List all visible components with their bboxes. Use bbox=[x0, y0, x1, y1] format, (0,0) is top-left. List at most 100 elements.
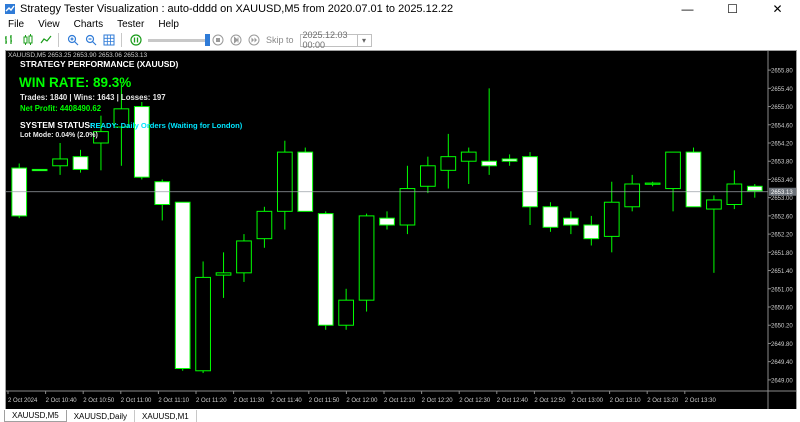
tab-xauusd-m5[interactable]: XAUUSD,M5 bbox=[4, 410, 67, 422]
maximize-button[interactable]: ☐ bbox=[710, 0, 755, 18]
toolbar-separator bbox=[58, 33, 59, 47]
menu-tester[interactable]: Tester bbox=[111, 19, 150, 30]
candle-body bbox=[358, 215, 375, 301]
candle-body bbox=[215, 272, 232, 276]
y-tick-label: 2652.60 bbox=[771, 214, 793, 220]
candle-body bbox=[746, 185, 763, 192]
candle-body bbox=[399, 188, 416, 226]
chart-header: XAUUSD,M5 2653.25 2653.90 2653.06 2653.1… bbox=[8, 52, 148, 59]
menu-help[interactable]: Help bbox=[152, 19, 185, 30]
x-tick-label: 2 Oct 11:00 bbox=[121, 398, 152, 404]
close-button[interactable]: ✕ bbox=[755, 0, 800, 18]
line-chart-icon[interactable] bbox=[38, 32, 54, 48]
minimize-button[interactable]: — bbox=[665, 0, 710, 18]
zoom-out-icon[interactable] bbox=[83, 32, 99, 48]
win-rate: WIN RATE: 89.3% bbox=[19, 75, 132, 90]
candle-body bbox=[583, 224, 600, 240]
toolbar-separator bbox=[121, 33, 122, 47]
y-tick-label: 2654.20 bbox=[771, 142, 793, 148]
lot-mode: Lot Mode: 0.04% (2.0%) bbox=[20, 132, 98, 139]
x-tick-label: 2 Oct 12:20 bbox=[422, 398, 454, 404]
candle-body bbox=[665, 151, 681, 190]
y-tick-label: 2655.00 bbox=[771, 105, 793, 111]
y-tick-label: 2652.20 bbox=[771, 233, 793, 239]
x-tick-label: 2 Oct 13:30 bbox=[685, 398, 717, 404]
candle-body bbox=[726, 183, 743, 205]
tab-xauusd-m1[interactable]: XAUUSD,M1 bbox=[135, 410, 197, 422]
x-tick-label: 2 Oct 12:00 bbox=[346, 398, 378, 404]
candle-body bbox=[706, 199, 722, 210]
menu-view[interactable]: View bbox=[32, 19, 66, 30]
grid-icon[interactable] bbox=[101, 32, 117, 48]
y-tick-label: 2650.20 bbox=[771, 324, 793, 330]
y-tick-label: 2650.60 bbox=[771, 306, 793, 312]
candle-body bbox=[72, 156, 89, 170]
chart-tab-bar: XAUUSD,M5 XAUUSD,Daily XAUUSD,M1 bbox=[0, 409, 800, 422]
candle-body bbox=[338, 299, 354, 326]
play-pause-icon[interactable] bbox=[128, 32, 144, 48]
candle-body bbox=[542, 206, 559, 228]
candle-body bbox=[460, 151, 477, 162]
stop-icon[interactable] bbox=[210, 32, 226, 48]
toolbar: Skip to 2025.12.03 00:00 ▾ bbox=[0, 30, 800, 50]
net-profit: Net Profit: 4408490.62 bbox=[20, 104, 102, 113]
x-tick-label: 2 Oct 11:10 bbox=[158, 398, 189, 404]
skip-date-input[interactable]: 2025.12.03 00:00 bbox=[299, 30, 358, 50]
y-tick-label: 2655.80 bbox=[771, 69, 793, 75]
bar-chart-icon[interactable] bbox=[2, 32, 18, 48]
trade-stats: Trades: 1840 | Wins: 1643 | Losses: 197 bbox=[20, 93, 166, 102]
current-price-label: 2653.13 bbox=[771, 190, 793, 196]
candlestick-icon[interactable] bbox=[20, 32, 36, 48]
candle-body bbox=[317, 213, 334, 326]
title-bar: Strategy Tester Visualization : auto-ddd… bbox=[0, 0, 800, 18]
x-tick-label: 2 Oct 11:50 bbox=[309, 398, 340, 404]
y-tick-label: 2649.80 bbox=[771, 342, 793, 348]
menu-bar: File View Charts Tester Help bbox=[0, 17, 800, 32]
y-tick-label: 2654.60 bbox=[771, 123, 793, 129]
x-tick-label: 2 Oct 12:30 bbox=[459, 398, 491, 404]
x-tick-label: 2 Oct 13:20 bbox=[647, 398, 679, 404]
x-tick-label: 2 Oct 10:40 bbox=[46, 398, 78, 404]
y-tick-label: 2651.40 bbox=[771, 269, 793, 275]
candle-body bbox=[276, 151, 293, 212]
x-tick-label: 2 Oct 11:30 bbox=[234, 398, 265, 404]
zoom-in-icon[interactable] bbox=[65, 32, 81, 48]
y-tick-label: 2649.00 bbox=[771, 378, 793, 384]
calendar-dropdown-icon[interactable]: ▾ bbox=[357, 33, 372, 47]
price-chart[interactable]: 2655.80 2655.40 2655.00 2654.60 2654.20 2653.… bbox=[6, 51, 797, 410]
menu-file[interactable]: File bbox=[2, 19, 30, 30]
candle-body bbox=[52, 158, 68, 167]
y-tick-label: 2653.00 bbox=[771, 196, 793, 202]
x-tick-label: 2 Oct 12:40 bbox=[497, 398, 529, 404]
candle-body bbox=[154, 181, 171, 206]
y-tick-label: 2651.80 bbox=[771, 251, 793, 257]
candle-body bbox=[297, 151, 314, 212]
candle-body bbox=[133, 106, 150, 178]
candle-body bbox=[420, 165, 436, 187]
x-tick-label: 2 Oct 2024 bbox=[8, 398, 38, 404]
x-tick-label: 2 Oct 13:00 bbox=[572, 398, 604, 404]
candle-body bbox=[195, 276, 211, 372]
candle-body bbox=[563, 217, 579, 226]
candle-body bbox=[501, 158, 518, 162]
skip-icon[interactable] bbox=[246, 32, 262, 48]
skip-to-label: Skip to bbox=[266, 35, 294, 45]
menu-charts[interactable]: Charts bbox=[68, 19, 109, 30]
candle-body bbox=[236, 240, 252, 274]
candle-body bbox=[481, 160, 498, 167]
x-tick-label: 2 Oct 12:50 bbox=[534, 398, 566, 404]
x-tick-label: 2 Oct 11:40 bbox=[271, 398, 302, 404]
chart-area[interactable]: 2655.80 2655.40 2655.00 2654.60 2654.20 2653.… bbox=[5, 50, 797, 410]
candle-body bbox=[440, 156, 457, 171]
y-tick-label: 2655.40 bbox=[771, 87, 793, 93]
y-tick-label: 2651.00 bbox=[771, 287, 793, 293]
system-status-label: SYSTEM STATUS: bbox=[20, 120, 93, 130]
step-icon[interactable] bbox=[228, 32, 244, 48]
candle-body bbox=[644, 182, 661, 185]
app-icon bbox=[5, 4, 15, 14]
candle-body bbox=[624, 183, 641, 208]
speed-slider-thumb[interactable] bbox=[205, 33, 210, 46]
speed-slider[interactable] bbox=[148, 33, 210, 46]
candle-body bbox=[379, 217, 395, 226]
tab-xauusd-daily[interactable]: XAUUSD,Daily bbox=[67, 410, 136, 422]
